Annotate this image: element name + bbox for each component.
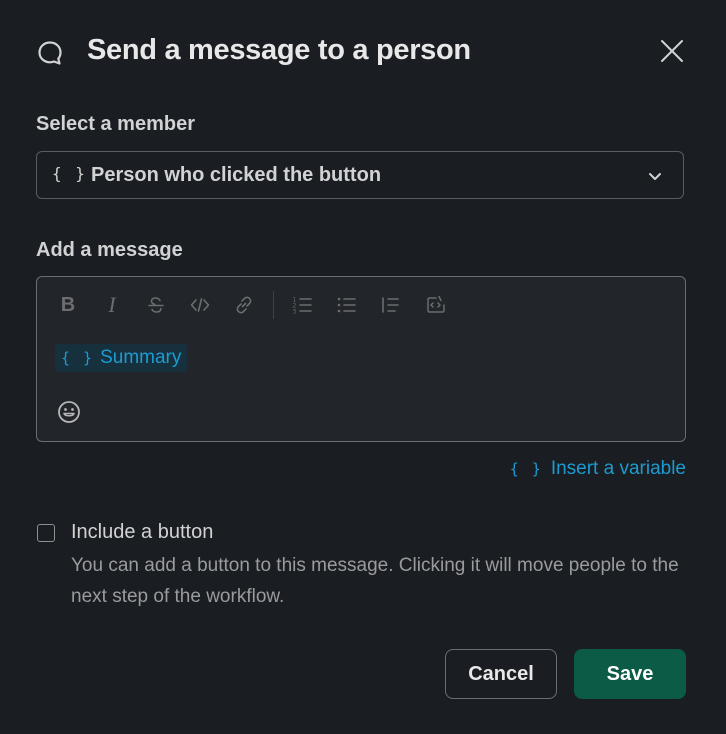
chevron-down-icon xyxy=(649,173,661,180)
svg-text:3: 3 xyxy=(293,309,297,316)
toolbar-divider xyxy=(273,291,274,319)
code-icon[interactable] xyxy=(189,294,211,316)
variable-braces-icon: { } xyxy=(61,349,95,367)
include-button-checkbox[interactable] xyxy=(37,524,55,542)
include-button-label: Include a button xyxy=(71,521,214,543)
insert-variable-label: Insert a variable xyxy=(550,458,686,479)
ordered-list-icon[interactable]: 123 xyxy=(291,294,313,316)
send-message-modal: Send a message to a person Select a memb… xyxy=(0,0,726,734)
member-select[interactable]: { } Person who clicked the button xyxy=(36,151,684,199)
modal-title: Send a message to a person xyxy=(87,34,471,66)
cancel-button[interactable]: Cancel xyxy=(445,649,557,699)
bulleted-list-icon[interactable] xyxy=(335,294,357,316)
select-member-label: Select a member xyxy=(36,113,195,135)
message-bubble-icon xyxy=(38,41,62,65)
variable-chip-label: Summary xyxy=(100,347,182,368)
link-icon[interactable] xyxy=(233,294,255,316)
add-message-label: Add a message xyxy=(36,239,183,261)
variable-braces-icon: { } xyxy=(52,164,87,183)
include-button-description: You can add a button to this message. Cl… xyxy=(71,555,679,607)
message-editor[interactable]: B I 123 { } Summary xyxy=(36,276,686,442)
italic-icon[interactable]: I xyxy=(101,294,123,316)
variable-braces-icon: { } xyxy=(509,460,543,478)
save-button[interactable]: Save xyxy=(574,649,686,699)
bold-icon[interactable]: B xyxy=(57,294,79,316)
member-select-value: Person who clicked the button xyxy=(91,164,382,186)
close-icon[interactable] xyxy=(656,35,688,67)
insert-variable-link[interactable]: { } Insert a variable xyxy=(510,458,686,480)
strikethrough-icon[interactable] xyxy=(145,294,167,316)
emoji-icon[interactable] xyxy=(57,400,81,424)
blockquote-icon[interactable] xyxy=(379,294,401,316)
code-block-icon[interactable] xyxy=(425,294,447,316)
summary-variable-chip[interactable]: { } Summary xyxy=(55,344,188,372)
